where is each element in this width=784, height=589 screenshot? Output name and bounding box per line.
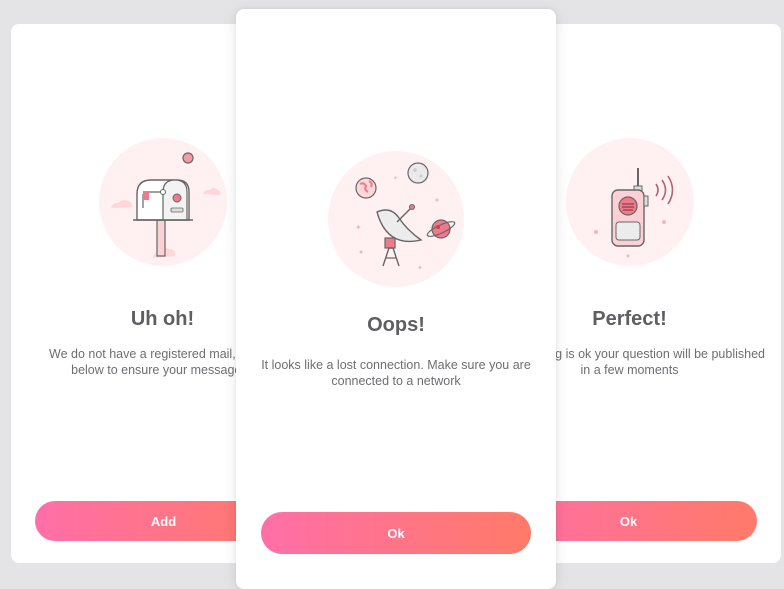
svg-text:✦: ✦ xyxy=(417,264,423,272)
modal-card-oops: ✦ ✦ ✦ Oops! It looks like a lost connect… xyxy=(236,9,556,589)
card-message-line2: below to ensure your message is xyxy=(71,363,254,377)
walkie-talkie-icon xyxy=(566,138,694,266)
svg-text:✦: ✦ xyxy=(355,223,362,232)
card-title: Oops! xyxy=(367,314,425,336)
svg-text:✦: ✦ xyxy=(393,175,398,182)
ok-button[interactable]: Ok xyxy=(261,512,531,554)
card-message: It looks like a lost connection. Make su… xyxy=(252,357,540,389)
satellite-dish-icon: ✦ ✦ ✦ xyxy=(328,151,464,287)
mailbox-icon xyxy=(99,138,227,266)
card-message-line2: in a few moments xyxy=(580,363,679,377)
card-message-line2: connected to a network xyxy=(331,374,461,388)
card-message-line1: It looks like a lost connection. Make su… xyxy=(261,358,531,372)
